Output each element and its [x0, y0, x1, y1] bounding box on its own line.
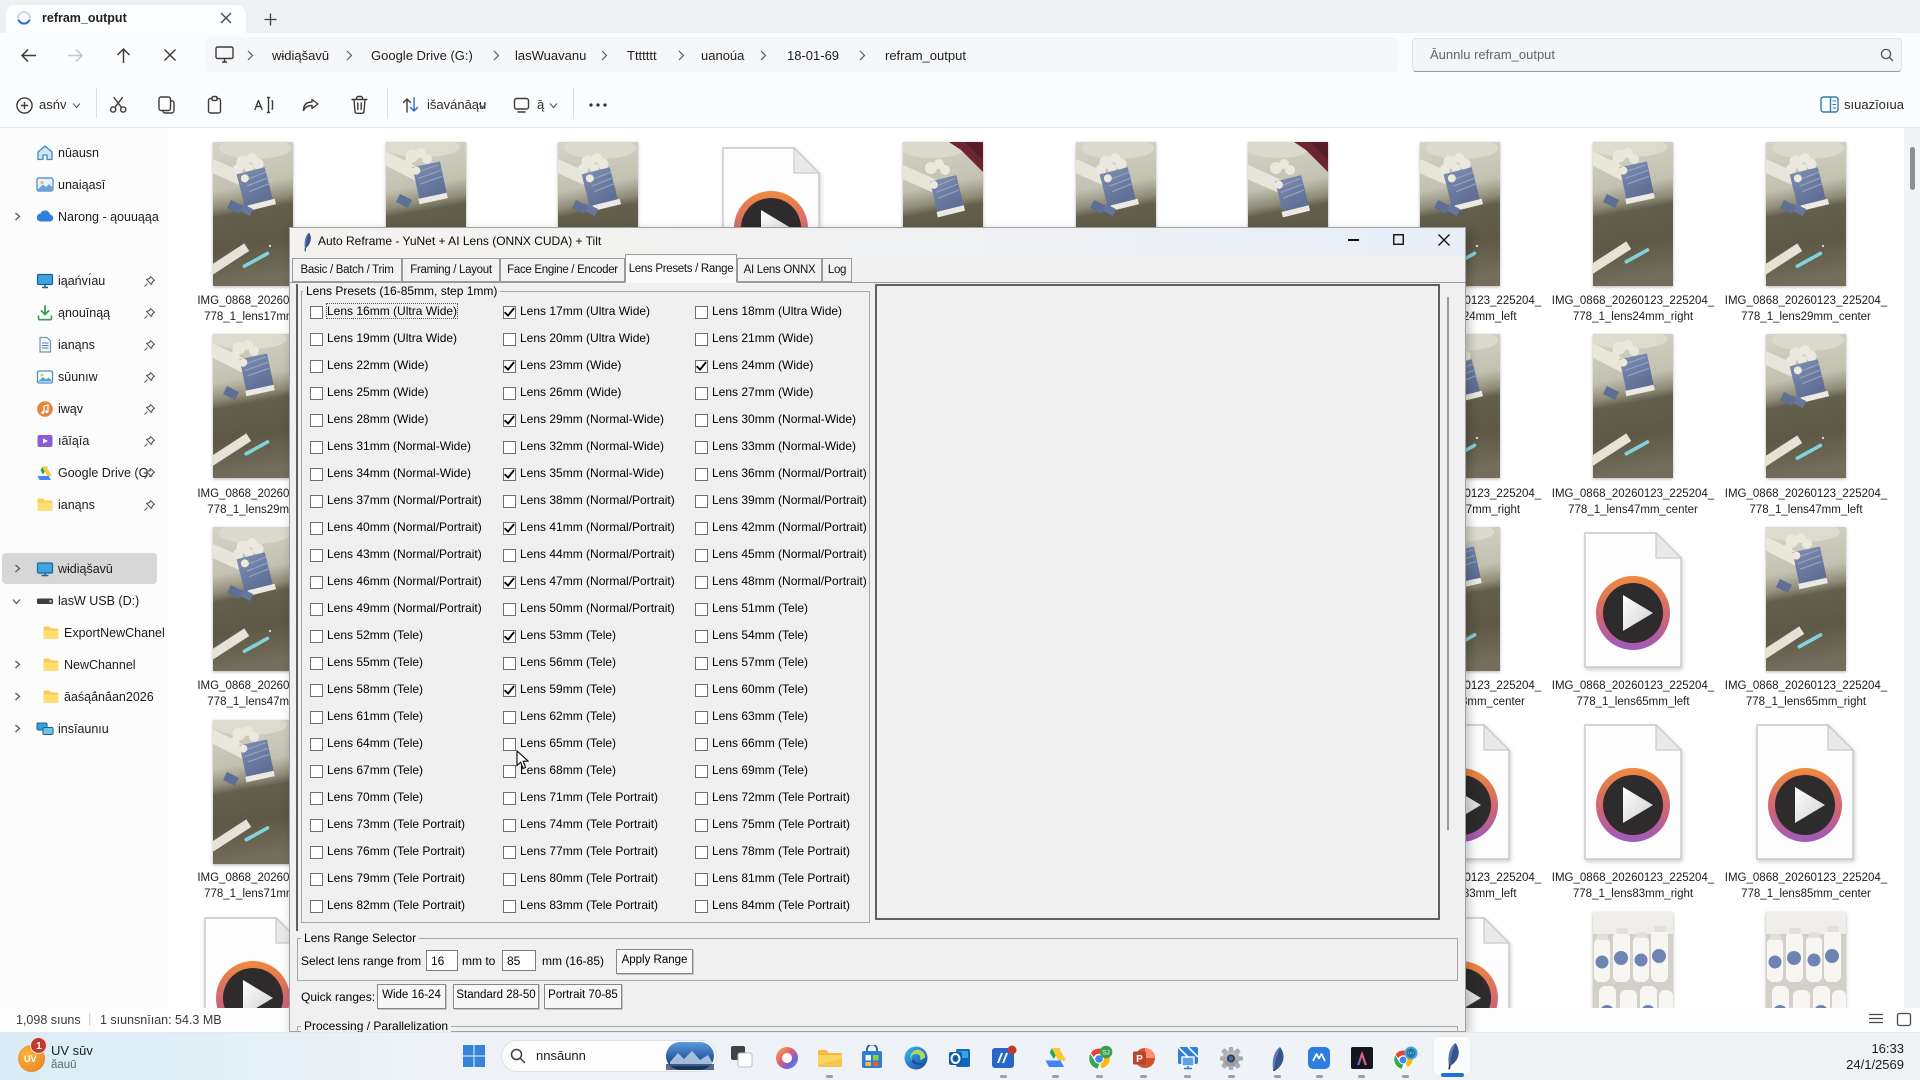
svg-text:SJ: SJ: [1102, 1050, 1110, 1057]
svg-text:P: P: [1136, 1054, 1143, 1065]
